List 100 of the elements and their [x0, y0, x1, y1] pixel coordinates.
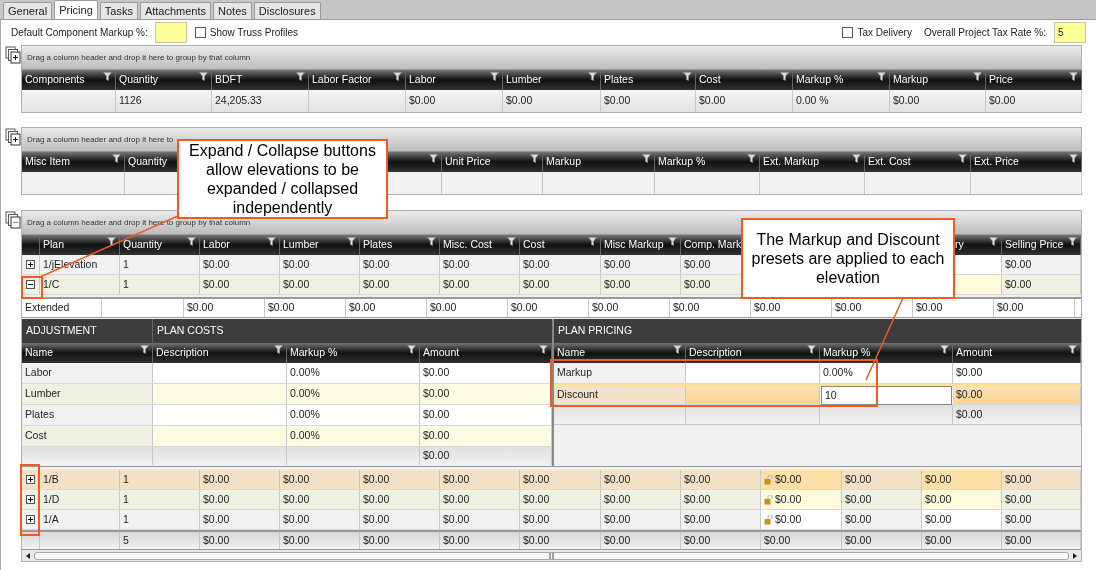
table-cell: $0.00 — [520, 255, 601, 274]
table-cell: $0.00 — [440, 510, 520, 529]
table-cell: 0.00% — [287, 363, 420, 383]
table-cell: $0.00 — [200, 275, 280, 294]
table-cell: $0.00 — [761, 490, 842, 509]
table-cell: $0.00 — [440, 470, 520, 489]
callout-tooltip: The Markup and Discount presets are applied to each elevation — [741, 218, 955, 299]
table-cell: $0.00 — [420, 447, 552, 465]
table-cell: 1/D — [40, 490, 120, 509]
table-cell: $0.00 — [922, 532, 1002, 549]
table-cell: 0.00% — [287, 426, 420, 446]
table-cell: $0.00 — [440, 275, 520, 294]
table-cell: $0.00 — [420, 405, 552, 425]
table-cell: $0.00 — [440, 532, 520, 549]
table-cell: Discount — [554, 386, 686, 404]
table-cell: $0.00 — [761, 510, 842, 529]
table-cell: 1 — [120, 510, 200, 529]
table-cell: 0.00% — [820, 363, 953, 383]
table-cell: 0.00% — [287, 384, 420, 404]
table-cell: $0.00 — [1002, 490, 1081, 509]
table-cell: 1 — [120, 490, 200, 509]
table-cell: $0.00 — [280, 275, 360, 294]
table-cell: Cost — [22, 426, 153, 446]
table-cell: $0.00 — [360, 255, 440, 274]
table-cell: 1126 — [116, 90, 212, 112]
table-cell: $0.00 — [1002, 532, 1081, 549]
table-cell: $0.00 — [280, 510, 360, 529]
group-hint: Drag a column header and drop it here to — [27, 133, 174, 146]
table-cell: $0.00 — [265, 299, 346, 317]
table-cell: $0.00 — [761, 532, 842, 549]
table-cell: $0.00 — [520, 470, 601, 489]
table-cell: $0.00 — [427, 299, 508, 317]
table-cell: $0.00 — [420, 426, 552, 446]
field-label: Default Component Markup %: — [11, 26, 148, 40]
table-cell: $0.00 — [360, 532, 440, 549]
table-cell: Labor — [22, 363, 153, 383]
table-cell: $0.00 — [922, 490, 1002, 509]
table-cell: 1/C — [40, 275, 120, 294]
table-cell: $0.00 — [601, 90, 696, 112]
table-cell: 0.00% — [287, 405, 420, 425]
table-cell: $0.00 — [890, 90, 986, 112]
table-cell: $0.00 — [420, 384, 552, 404]
table-cell: 24,205.33 — [212, 90, 309, 112]
table-cell: $0.00 — [280, 490, 360, 509]
table-cell: $0.00 — [200, 510, 280, 529]
table-cell: $0.00 — [842, 532, 922, 549]
table-cell: $0.00 — [601, 255, 681, 274]
table-cell: Markup — [554, 363, 686, 383]
table-cell: $0.00 — [280, 532, 360, 549]
table-cell: $0.00 — [696, 90, 793, 112]
table-cell: Plates — [22, 405, 153, 425]
section-header: PLAN PRICING — [557, 323, 634, 339]
table-cell: $0.00 — [1002, 275, 1081, 294]
table-cell: $0.00 — [761, 470, 842, 489]
table-cell: $0.00 — [360, 490, 440, 509]
table-cell: $0.00 — [420, 363, 552, 383]
table-cell: $0.00 — [200, 490, 280, 509]
table-cell: 5 — [120, 532, 200, 549]
table-cell: $0.00 — [1002, 255, 1081, 274]
table-cell: $0.00 — [953, 363, 1081, 383]
table-cell: Lumber — [22, 384, 153, 404]
table-cell: $0.00 — [601, 490, 681, 509]
table-cell: $0.00 — [922, 470, 1002, 489]
table-cell: $0.00 — [200, 255, 280, 274]
table-cell: $0.00 — [440, 255, 520, 274]
table-cell: 1/A — [40, 510, 120, 529]
table-cell: Extended — [22, 299, 102, 317]
table-cell: $0.00 — [200, 532, 280, 549]
table-cell: $0.00 — [994, 299, 1075, 317]
table-cell: $0.00 — [601, 275, 681, 294]
table-cell: $0.00 — [280, 255, 360, 274]
table-cell: $0.00 — [1002, 510, 1081, 529]
table-cell: $0.00 — [986, 90, 1082, 112]
section-header: PLAN COSTS — [156, 323, 225, 339]
table-cell: 0.00 % — [793, 90, 890, 112]
table-cell: 1 — [120, 470, 200, 489]
table-cell: $0.00 — [360, 470, 440, 489]
table-cell: $0.00 — [360, 275, 440, 294]
table-cell: $0.00 — [520, 490, 601, 509]
table-cell: $0.00 — [346, 299, 427, 317]
table-cell: $0.00 — [589, 299, 670, 317]
table-cell: $0.00 — [440, 490, 520, 509]
field-label: Overall Project Tax Rate %: — [923, 26, 1046, 40]
callout-tooltip: Expand / Collapse buttons allow elevations to be expanded / collapsed independently — [177, 139, 388, 219]
table-cell: $0.00 — [520, 510, 601, 529]
table-cell: $0.00 — [922, 510, 1002, 529]
table-cell: $0.00 — [200, 470, 280, 489]
table-cell: $0.00 — [953, 386, 1081, 404]
table-cell: $0.00 — [520, 532, 601, 549]
checkbox-label: Tax Delivery — [857, 26, 912, 40]
table-cell: $0.00 — [601, 532, 681, 549]
table-cell: 1/B — [40, 470, 120, 489]
table-cell: $0.00 — [508, 299, 589, 317]
table-cell: 1 — [120, 275, 200, 294]
table-cell: 1 — [120, 255, 200, 274]
table-cell: $0.00 — [406, 90, 503, 112]
table-cell: $0.00 — [601, 470, 681, 489]
table-cell: $0.00 — [184, 299, 265, 317]
table-cell: $0.00 — [520, 275, 601, 294]
table-cell: $0.00 — [503, 90, 601, 112]
